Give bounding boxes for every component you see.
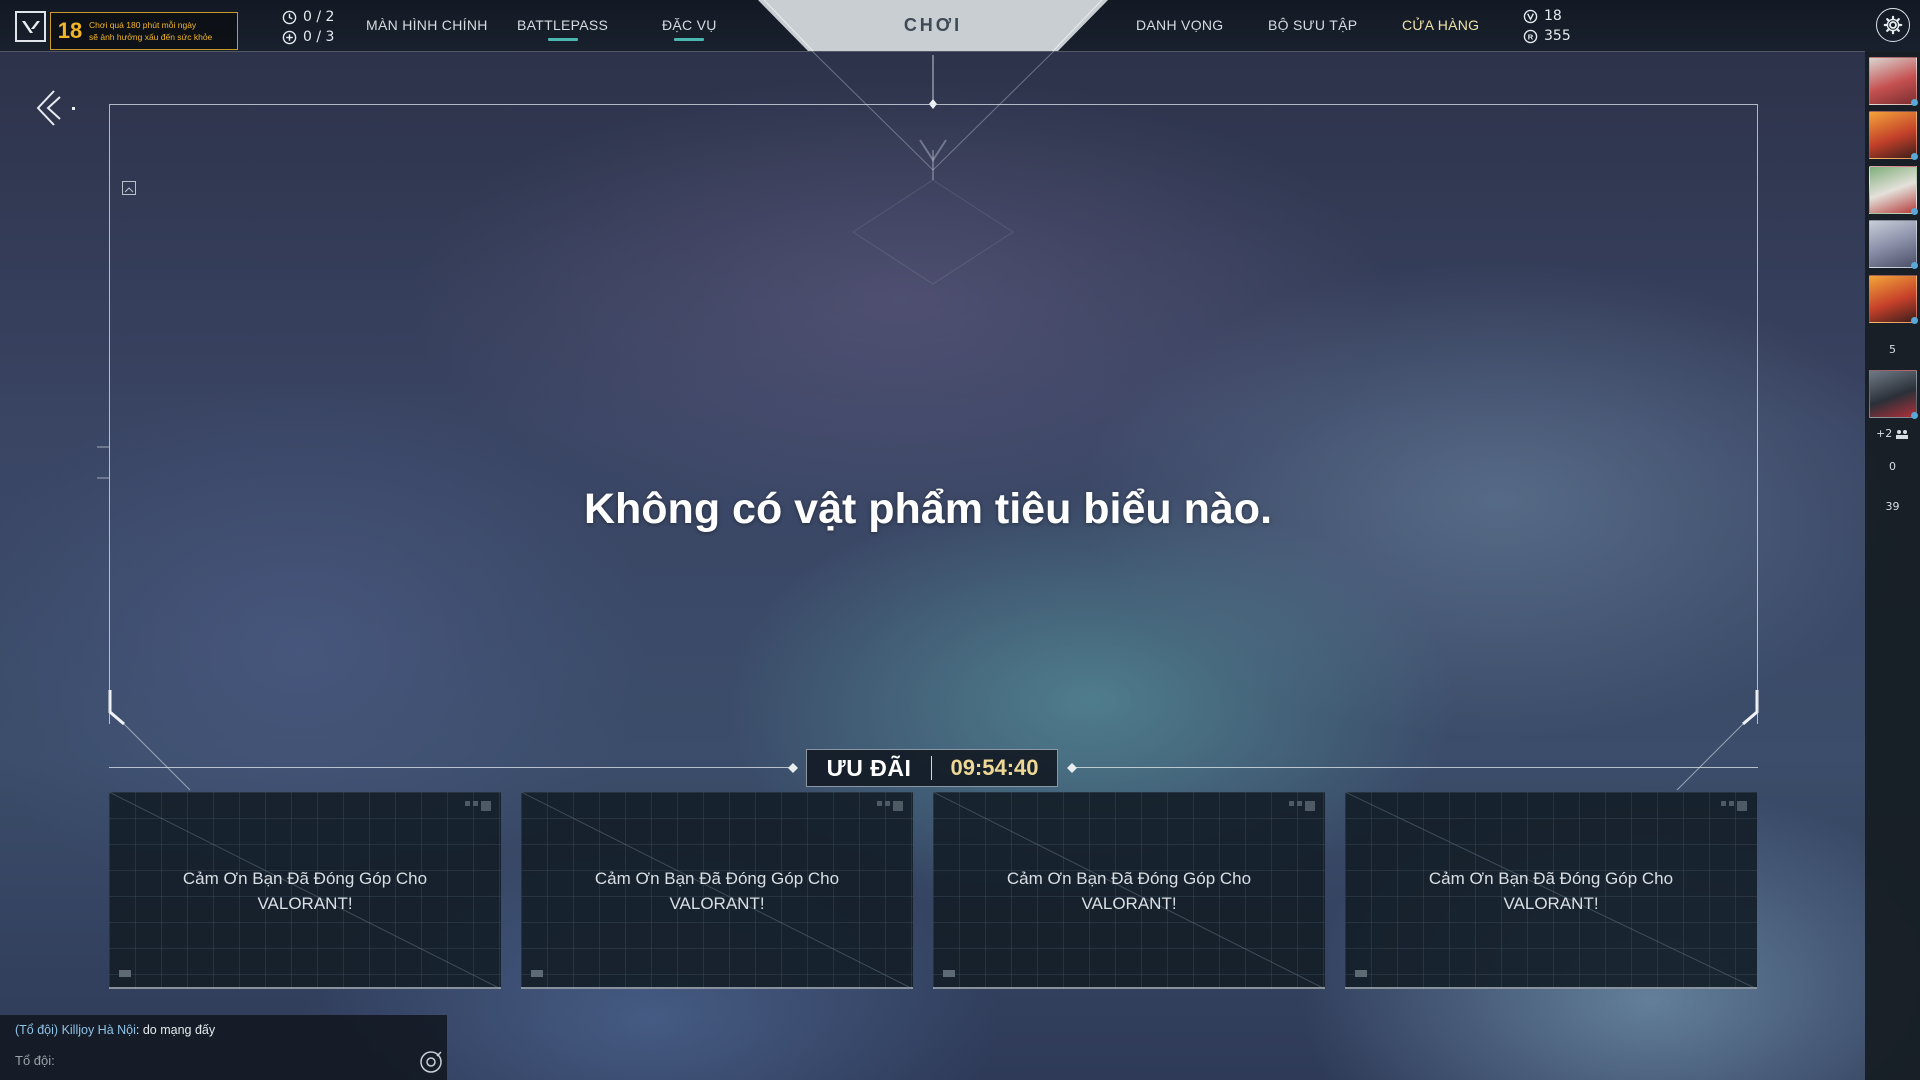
broken-image-icon [122,180,136,195]
offer-card-text: Cảm Ơn Bạn Đã Đóng Góp Cho VALORANT! [1428,869,1674,913]
party-leader-avatar[interactable] [1869,370,1918,419]
online-status-dot [1911,262,1918,269]
sidebar-count-a: 0 [1889,460,1896,473]
friend-avatar[interactable] [1869,166,1918,215]
offers-header: ƯU ĐÃI 09:54:40 [806,749,1058,787]
chat-send-button[interactable] [418,1049,444,1075]
sidebar-count-b: 39 [1885,500,1900,513]
chat-sender: Killjoy Hà Nội [61,1023,136,1037]
friend-avatar[interactable] [1869,275,1918,324]
offer-card-2[interactable]: Cảm Ơn Bạn Đã Đóng Góp Cho VALORANT! [521,792,913,989]
offer-card-corner-icon [863,798,903,817]
online-status-dot [1911,153,1918,160]
chat-target-icon [420,1051,442,1073]
online-status-dot [1911,412,1918,419]
offers-title: ƯU ĐÃI [826,754,912,781]
offer-card-corner-icon [1275,798,1315,817]
offer-card-text: Cảm Ơn Bạn Đã Đóng Góp Cho VALORANT! [182,869,428,913]
online-status-dot [1911,208,1918,215]
online-status-dot [1911,317,1918,324]
offer-card-corner-icon [1707,798,1747,817]
chat-message: (Tổ đội) Killjoy Hà Nội: do mạng đấy [15,1023,216,1037]
chat-message-text: do mạng đấy [142,1023,216,1037]
chat-panel: (Tổ đội) Killjoy Hà Nội: do mạng đấy Tổ … [0,1015,447,1080]
friend-avatar[interactable] [1869,57,1918,106]
offer-card-corner-icon [451,798,491,817]
offer-card-tag [531,970,543,977]
offers-divider-right [1072,767,1758,768]
offer-card-3[interactable]: Cảm Ơn Bạn Đã Đóng Góp Cho VALORANT! [933,792,1325,989]
featured-bundle-panel [109,104,1758,724]
offers-countdown-timer: 09:54:40 [950,755,1039,780]
chat-input-label: Tổ đội: [15,1053,55,1068]
friend-avatar[interactable] [1869,111,1918,160]
offers-divider-left-cap [788,763,798,773]
chat-input[interactable]: Tổ đội: [15,1053,55,1068]
offer-card-text: Cảm Ơn Bạn Đã Đóng Góp Cho VALORANT! [1006,869,1252,913]
offer-card-tag [119,970,131,977]
offers-divider-left [109,767,793,768]
friend-avatar[interactable] [1869,220,1918,269]
party-extra-members[interactable]: +2 [1876,427,1909,440]
featured-empty-message: Không có vật phẩm tiêu biểu nào. [583,485,1273,533]
friends-online-count: 5 [1889,343,1896,356]
chat-channel: (Tổ đội) [15,1023,59,1037]
offer-card-1[interactable]: Cảm Ơn Bạn Đã Đóng Góp Cho VALORANT! [109,792,501,989]
online-status-dot [1911,99,1918,106]
offer-card-tag [943,970,955,977]
offer-card-4[interactable]: Cảm Ơn Bạn Đã Đóng Góp Cho VALORANT! [1345,792,1757,989]
party-extra-count: +2 [1876,427,1893,440]
offer-card-tag [1355,970,1367,977]
people-icon [1896,429,1909,439]
offers-divider-right-cap [1067,763,1077,773]
offer-card-text: Cảm Ơn Bạn Đã Đóng Góp Cho VALORANT! [594,869,840,913]
